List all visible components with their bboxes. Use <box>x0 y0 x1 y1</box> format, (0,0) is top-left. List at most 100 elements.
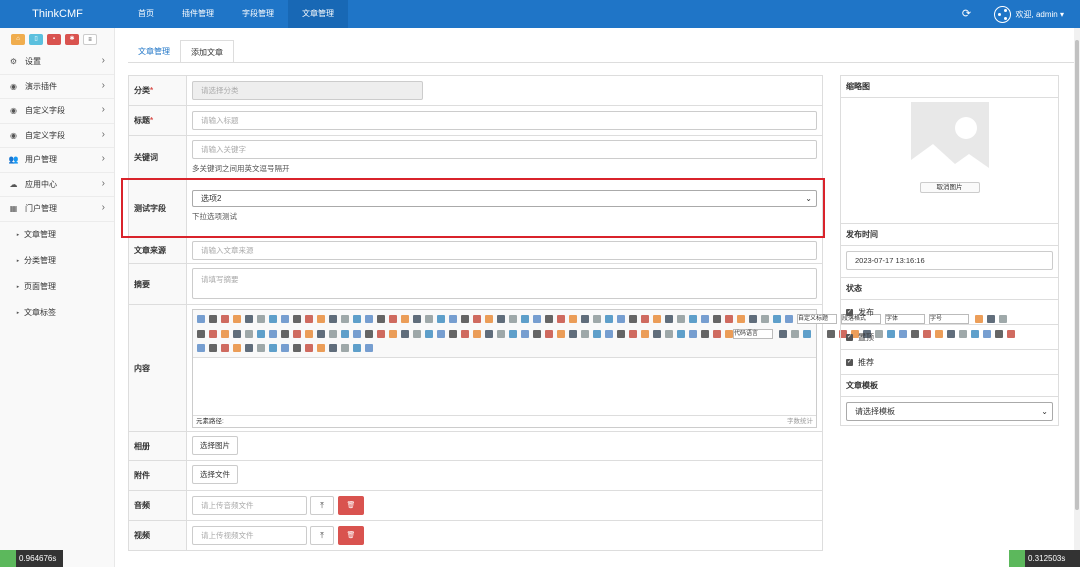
upload-icon[interactable]: ⤒ <box>310 496 334 515</box>
editor-tool-icon[interactable] <box>653 330 661 338</box>
editor-tool-icon[interactable] <box>473 330 481 338</box>
editor-tool-icon[interactable] <box>293 315 301 323</box>
status-recommend[interactable]: ✓ 推荐 <box>841 350 1058 375</box>
editor-tool-icon[interactable] <box>545 330 553 338</box>
sidebar-item-users[interactable]: 👥 用户管理 › <box>0 148 114 173</box>
editor-tool-icon[interactable] <box>233 344 241 352</box>
editor-tool-icon[interactable] <box>221 330 229 338</box>
editor-tool-icon[interactable] <box>725 315 733 323</box>
thumbnail-placeholder-icon[interactable] <box>910 102 989 180</box>
editor-tool-icon[interactable] <box>689 330 697 338</box>
editor-tool-icon[interactable] <box>677 315 685 323</box>
tab-add-article[interactable]: 添加文章 <box>180 40 234 63</box>
editor-tool-icon[interactable] <box>497 315 505 323</box>
editor-tool-icon[interactable] <box>581 330 589 338</box>
category-input[interactable]: 请选择分类 <box>192 81 423 100</box>
trash-icon[interactable]: 🗑 <box>338 526 364 545</box>
topnav-home[interactable]: 首页 <box>124 0 168 28</box>
editor-tool-icon[interactable] <box>605 330 613 338</box>
editor-tool-icon[interactable] <box>209 315 217 323</box>
editor-tool-icon[interactable] <box>701 315 709 323</box>
editor-tool-icon[interactable] <box>269 330 277 338</box>
topnav-articles[interactable]: 文章管理 <box>288 0 348 28</box>
editor-tool-icon[interactable] <box>329 315 337 323</box>
editor-tool-icon[interactable] <box>497 330 505 338</box>
editor-tool-icon[interactable] <box>353 315 361 323</box>
editor-tool-icon[interactable] <box>197 330 205 338</box>
editor-tool-icon[interactable] <box>689 315 697 323</box>
trash-shortcut-icon[interactable]: ▪ <box>47 33 61 45</box>
editor-tool-icon[interactable] <box>827 330 835 338</box>
editor-tool-icon[interactable] <box>341 315 349 323</box>
editor-tool-icon[interactable] <box>713 330 721 338</box>
editor-tool-icon[interactable] <box>629 315 637 323</box>
editor-tool-icon[interactable] <box>269 344 277 352</box>
editor-tool-icon[interactable] <box>485 315 493 323</box>
editor-tool-icon[interactable] <box>665 315 673 323</box>
editor-tool-icon[interactable] <box>305 330 313 338</box>
upload-icon[interactable]: ⤒ <box>310 526 334 545</box>
editor-tool-icon[interactable] <box>701 330 709 338</box>
editor-tool-icon[interactable] <box>257 315 265 323</box>
video-input[interactable]: 请上传视频文件 <box>192 526 307 545</box>
editor-tool-icon[interactable] <box>803 330 811 338</box>
editor-tool-icon[interactable] <box>221 344 229 352</box>
file-shortcut-icon[interactable]: ▯ <box>29 33 43 45</box>
editor-tool-icon[interactable] <box>365 330 373 338</box>
editor-tool-icon[interactable] <box>293 344 301 352</box>
editor-tool-icon[interactable] <box>329 330 337 338</box>
status-top[interactable]: ✓ 置顶 <box>841 325 1058 350</box>
editor-tool-icon[interactable] <box>749 315 757 323</box>
editor-tool-icon[interactable] <box>365 344 373 352</box>
editor-tool-icon[interactable] <box>389 330 397 338</box>
sidebar-item-settings[interactable]: ⚙ 设置 › <box>0 50 114 75</box>
editor-tool-icon[interactable] <box>377 315 385 323</box>
editor-tool-icon[interactable] <box>197 315 205 323</box>
editor-tool-icon[interactable] <box>509 315 517 323</box>
source-input[interactable]: 请输入文章来源 <box>192 241 817 260</box>
editor-tool-icon[interactable] <box>245 330 253 338</box>
keywords-input[interactable]: 请输入关键字 <box>192 140 817 159</box>
editor-tool-icon[interactable] <box>197 344 205 352</box>
editor-tool-icon[interactable] <box>401 330 409 338</box>
editor-tool-icon[interactable] <box>665 330 673 338</box>
editor-tool-icon[interactable] <box>245 344 253 352</box>
editor-tool-icon[interactable] <box>341 344 349 352</box>
editor-tool-icon[interactable] <box>365 315 373 323</box>
editor-tool-icon[interactable] <box>425 330 433 338</box>
editor-tool-icon[interactable] <box>617 330 625 338</box>
editor-tool-icon[interactable] <box>413 315 421 323</box>
debug-timer-left[interactable]: 0.964676s <box>0 550 63 567</box>
share-avatar-icon[interactable] <box>993 5 1011 23</box>
editor-tool-icon[interactable] <box>641 330 649 338</box>
editor-tool-icon[interactable] <box>569 315 577 323</box>
sidebar-subitem-articles[interactable]: ▸ 文章管理 <box>0 222 114 248</box>
editor-tool-icon[interactable] <box>353 330 361 338</box>
editor-tool-icon[interactable] <box>317 315 325 323</box>
list-shortcut-icon[interactable]: ≡ <box>83 33 97 45</box>
checkbox-checked-icon[interactable]: ✓ <box>846 308 853 316</box>
editor-tool-icon[interactable] <box>209 330 217 338</box>
refresh-icon[interactable]: ⟳ <box>960 7 974 21</box>
cancel-image-button[interactable]: 取消图片 <box>919 182 980 193</box>
sidebar-subitem-categories[interactable]: ▸ 分类管理 <box>0 248 114 274</box>
debug-timer-right[interactable]: 0.312503s <box>1009 550 1080 567</box>
editor-tool-icon[interactable] <box>449 315 457 323</box>
editor-tool-icon[interactable] <box>521 330 529 338</box>
editor-tool-icon[interactable] <box>389 315 397 323</box>
editor-tool-icon[interactable] <box>773 315 781 323</box>
editor-tool-icon[interactable] <box>317 330 325 338</box>
editor-tool-icon[interactable] <box>737 315 745 323</box>
editor-tool-icon[interactable] <box>557 315 565 323</box>
editor-tool-icon[interactable] <box>545 315 553 323</box>
sidebar-item-portal[interactable]: ▦ 门户管理 › <box>0 197 114 222</box>
editor-tool-icon[interactable] <box>485 330 493 338</box>
editor-tool-icon[interactable] <box>557 330 565 338</box>
editor-tool-icon[interactable] <box>473 315 481 323</box>
editor-tool-icon[interactable] <box>269 315 277 323</box>
editor-tool-icon[interactable] <box>593 315 601 323</box>
editor-tool-icon[interactable] <box>377 330 385 338</box>
editor-tool-icon[interactable] <box>449 330 457 338</box>
sidebar-item-demo-plugin[interactable]: ◉ 演示插件 › <box>0 75 114 99</box>
editor-tool-icon[interactable] <box>713 315 721 323</box>
